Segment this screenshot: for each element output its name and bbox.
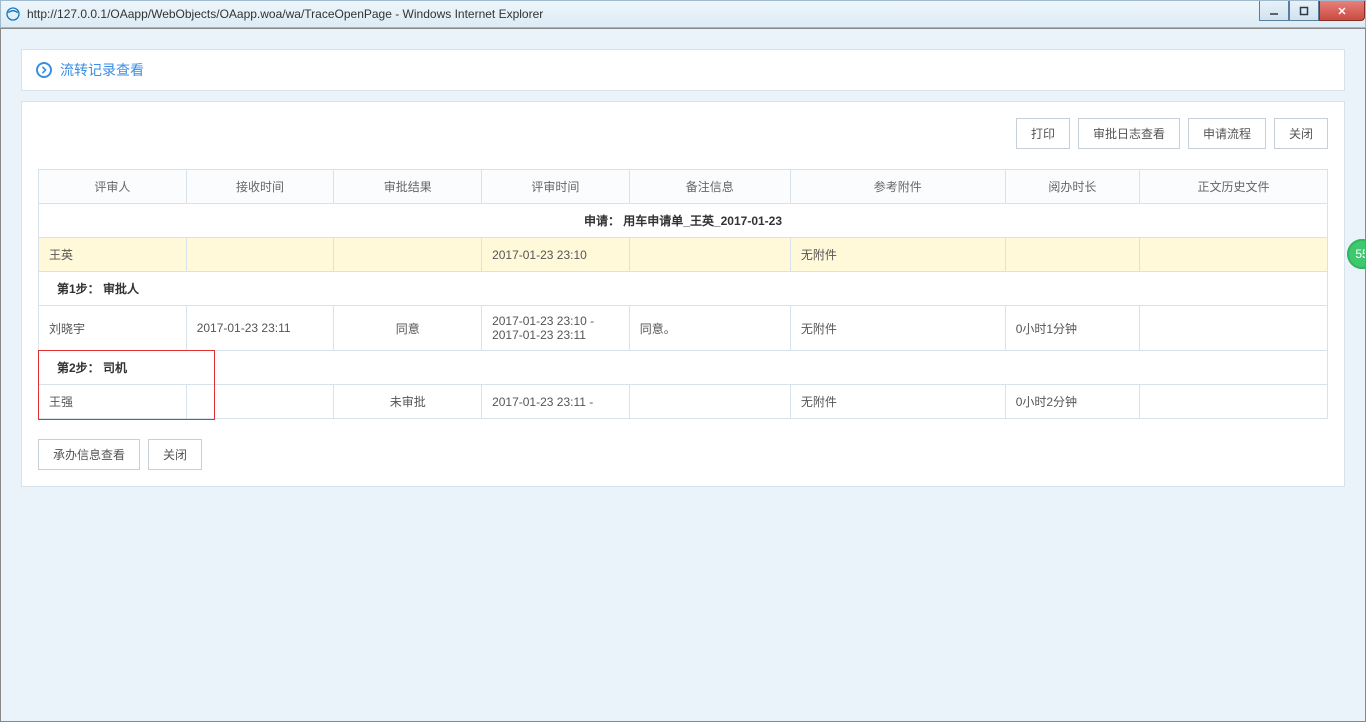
toolbar-bottom: 承办信息查看 关闭 xyxy=(38,439,1328,470)
cell-attachment: 无附件 xyxy=(790,306,1005,351)
audit-log-button[interactable]: 审批日志查看 xyxy=(1078,118,1180,149)
col-receive-time: 接收时间 xyxy=(186,170,334,204)
col-reviewer: 评审人 xyxy=(39,170,187,204)
table-title: 申请： 用车申请单_王英_2017-01-23 xyxy=(39,204,1328,238)
table-row-step1: 刘晓宇 2017-01-23 23:11 同意 2017-01-23 23:10… xyxy=(39,306,1328,351)
cell-receive-time xyxy=(186,385,334,419)
close-button-bottom[interactable]: 关闭 xyxy=(148,439,202,470)
window-titlebar: http://127.0.0.1/OAapp/WebObjects/OAapp.… xyxy=(0,0,1366,28)
page-header: 流转记录查看 xyxy=(21,49,1345,91)
window-title: http://127.0.0.1/OAapp/WebObjects/OAapp.… xyxy=(27,7,543,21)
col-review-time: 评审时间 xyxy=(482,170,630,204)
table-row-step2: 王强 未审批 2017-01-23 23:11 - 无附件 0小时2分钟 xyxy=(39,385,1328,419)
col-attachment: 参考附件 xyxy=(790,170,1005,204)
toolbar-top: 打印 审批日志查看 申请流程 关闭 xyxy=(38,118,1328,149)
minimize-button[interactable] xyxy=(1259,1,1289,21)
cell-remark: 同意。 xyxy=(629,306,790,351)
cell-duration: 0小时1分钟 xyxy=(1005,306,1139,351)
col-duration: 阅办时长 xyxy=(1005,170,1139,204)
close-button[interactable]: 关闭 xyxy=(1274,118,1328,149)
cell-receive-time xyxy=(186,238,334,272)
col-history-file: 正文历史文件 xyxy=(1139,170,1327,204)
cell-review-time: 2017-01-23 23:10 - 2017-01-23 23:11 xyxy=(482,306,630,351)
page-viewport: 流转记录查看 打印 审批日志查看 申请流程 关闭 申请： 用车申请单_王英_20… xyxy=(0,28,1366,722)
cell-receive-time: 2017-01-23 23:11 xyxy=(186,306,334,351)
cell-duration xyxy=(1005,238,1139,272)
table-header-row: 评审人 接收时间 审批结果 评审时间 备注信息 参考附件 阅办时长 正文历史文件 xyxy=(39,170,1328,204)
table-title-row: 申请： 用车申请单_王英_2017-01-23 xyxy=(39,204,1328,238)
arrow-right-icon xyxy=(36,62,52,78)
cell-attachment: 无附件 xyxy=(790,385,1005,419)
maximize-button[interactable] xyxy=(1289,1,1319,21)
cell-remark xyxy=(629,238,790,272)
handle-info-button[interactable]: 承办信息查看 xyxy=(38,439,140,470)
cell-reviewer: 刘晓宇 xyxy=(39,306,187,351)
page-title: 流转记录查看 xyxy=(60,60,144,80)
cell-history-file xyxy=(1139,385,1327,419)
cell-reviewer: 王英 xyxy=(39,238,187,272)
content-card: 打印 审批日志查看 申请流程 关闭 申请： 用车申请单_王英_2017-01-2… xyxy=(21,101,1345,487)
print-button[interactable]: 打印 xyxy=(1016,118,1070,149)
step1-label: 第1步： 审批人 xyxy=(39,272,1328,306)
step2-header-row: 第2步： 司机 xyxy=(39,351,1328,385)
cell-approve-result: 同意 xyxy=(334,306,482,351)
cell-history-file xyxy=(1139,306,1327,351)
cell-duration: 0小时2分钟 xyxy=(1005,385,1139,419)
ie-icon xyxy=(5,6,21,22)
cell-reviewer: 王强 xyxy=(39,385,187,419)
cell-approve-result: 未审批 xyxy=(334,385,482,419)
cell-attachment: 无附件 xyxy=(790,238,1005,272)
step1-header-row: 第1步： 审批人 xyxy=(39,272,1328,306)
col-remark: 备注信息 xyxy=(629,170,790,204)
col-approve-result: 审批结果 xyxy=(334,170,482,204)
cell-review-time: 2017-01-23 23:10 xyxy=(482,238,630,272)
apply-flow-button[interactable]: 申请流程 xyxy=(1188,118,1266,149)
cell-review-time: 2017-01-23 23:11 - xyxy=(482,385,630,419)
badge-value: 55 xyxy=(1355,247,1366,261)
flow-table: 申请： 用车申请单_王英_2017-01-23 评审人 接收时间 审批结果 评审… xyxy=(38,169,1328,419)
cell-history-file xyxy=(1139,238,1327,272)
table-row-highlight: 王英 2017-01-23 23:10 无附件 xyxy=(39,238,1328,272)
close-window-button[interactable] xyxy=(1319,1,1365,21)
side-badge[interactable]: 55 xyxy=(1347,239,1366,269)
cell-remark xyxy=(629,385,790,419)
cell-approve-result xyxy=(334,238,482,272)
step2-label: 第2步： 司机 xyxy=(39,351,1328,385)
window-controls xyxy=(1259,1,1365,21)
table-wrapper: 申请： 用车申请单_王英_2017-01-23 评审人 接收时间 审批结果 评审… xyxy=(38,169,1328,419)
